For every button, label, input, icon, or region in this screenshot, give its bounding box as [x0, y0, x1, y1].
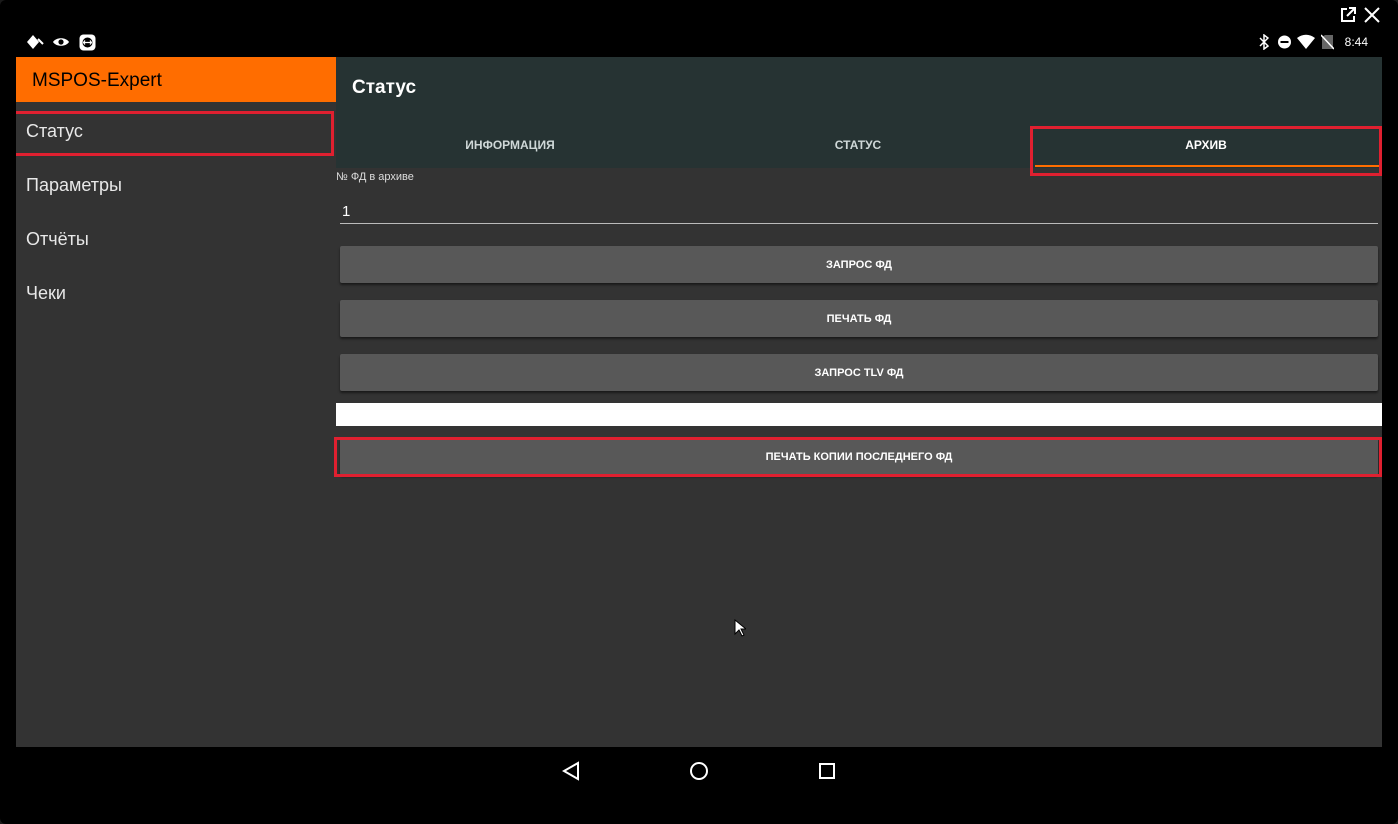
- sidebar-item-parameters[interactable]: Параметры: [16, 163, 336, 207]
- print-fd-button[interactable]: ПЕЧАТЬ ФД: [340, 300, 1378, 337]
- app-name: MSPOS-Expert: [16, 57, 336, 102]
- dnd-icon: [1277, 34, 1292, 55]
- sidebar-item-receipts[interactable]: Чеки: [16, 271, 336, 315]
- tab-information[interactable]: ИНФОРМАЦИЯ: [336, 127, 684, 167]
- back-icon[interactable]: [561, 761, 580, 786]
- close-icon[interactable]: [1363, 6, 1381, 24]
- fd-number-input[interactable]: [340, 196, 1378, 224]
- tab-archive[interactable]: АРХИВ: [1032, 127, 1380, 167]
- status-bar: 8:44: [16, 28, 1382, 57]
- mouse-cursor-icon: [734, 618, 748, 642]
- empty-result-area: [336, 403, 1382, 426]
- no-sim-icon: [1320, 34, 1335, 55]
- popout-icon[interactable]: [1339, 6, 1357, 24]
- request-fd-button[interactable]: ЗАПРОС ФД: [340, 246, 1378, 283]
- device-screen: 8:44 MSPOS-Expert Статус Параметры Отчёт…: [16, 28, 1382, 796]
- navigation-drawer: MSPOS-Expert Статус Параметры Отчёты Чек…: [16, 57, 336, 747]
- bluetooth-icon: [1259, 33, 1270, 55]
- tab-indicator: [1035, 165, 1381, 167]
- navigation-bar: [16, 747, 1382, 796]
- wifi-icon: [1297, 34, 1315, 55]
- sidebar-item-reports[interactable]: Отчёты: [16, 217, 336, 261]
- eye-icon: [52, 34, 70, 55]
- app-bar: Статус ИНФОРМАЦИЯ СТАТУС АРХИВ: [336, 57, 1382, 168]
- print-last-fd-copy-button[interactable]: ПЕЧАТЬ КОПИИ ПОСЛЕДНЕГО ФД: [340, 438, 1378, 475]
- fd-number-label: № ФД в архиве: [336, 171, 414, 183]
- diamond-icon: [26, 34, 44, 55]
- window-frame: 8:44 MSPOS-Expert Статус Параметры Отчёт…: [0, 0, 1398, 824]
- recents-icon[interactable]: [818, 761, 836, 786]
- home-icon[interactable]: [689, 761, 709, 786]
- clock: 8:44: [1344, 35, 1368, 49]
- tab-status[interactable]: СТАТУС: [684, 127, 1032, 167]
- request-tlv-fd-button[interactable]: ЗАПРОС TLV ФД: [340, 354, 1378, 391]
- sidebar-item-status[interactable]: Статус: [16, 109, 336, 153]
- page-title: Статус: [352, 77, 417, 98]
- teamviewer-icon: [79, 34, 96, 56]
